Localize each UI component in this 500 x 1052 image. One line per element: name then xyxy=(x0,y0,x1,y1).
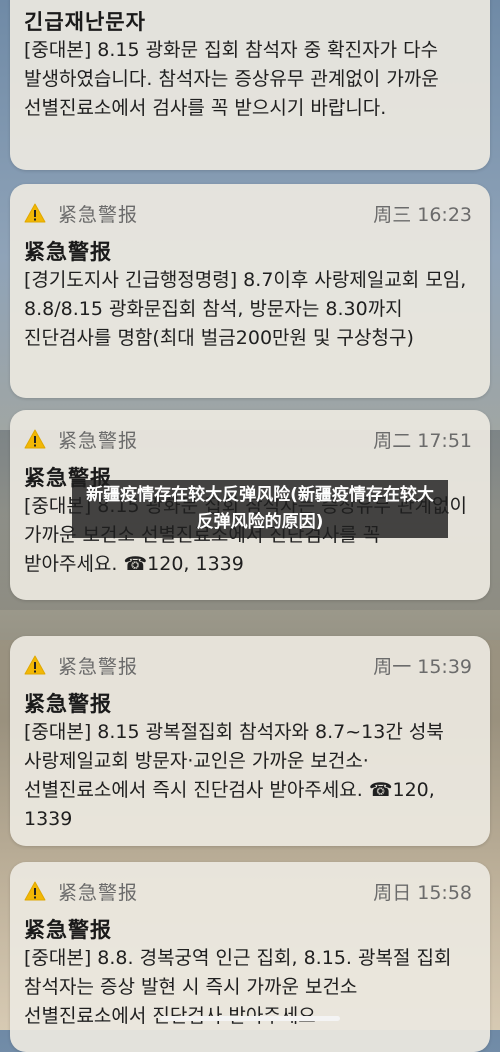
notification-header: 紧急警报 周二 17:51 xyxy=(24,426,472,452)
notification-title: 紧急警报 xyxy=(24,240,112,264)
notification-card[interactable]: 紧急警报 周日 15:58 紧急警报 [중대본] 8.8. 경복궁역 인근 집회… xyxy=(10,862,490,1052)
notification-card[interactable]: 紧急警报 周一 15:39 紧急警报 [중대본] 8.15 광복절집회 참석자와… xyxy=(10,636,490,846)
notification-header: 紧急警报 周日 15:58 xyxy=(24,878,472,904)
notification-time: 周一 15:39 xyxy=(373,655,472,678)
notification-app-name: 紧急警报 xyxy=(58,881,139,904)
warning-icon xyxy=(24,881,46,901)
notification-time: 周二 17:51 xyxy=(373,429,472,452)
warning-icon xyxy=(24,429,46,449)
notification-time: 周日 15:58 xyxy=(373,881,472,904)
notification-card[interactable]: 긴급재난문자 [중대본] 8.15 광화문 집회 참석자 중 확진자가 다수 발… xyxy=(10,0,490,170)
notification-header: 紧急警报 周三 16:23 xyxy=(24,200,472,226)
notification-body: [경기도지사 긴급행정명령] 8.7이후 사랑제일교회 모임, 8.8/8.15… xyxy=(24,269,467,349)
notification-app-name: 紧急警报 xyxy=(58,655,139,678)
notification-title: 紧急警报 xyxy=(24,692,112,716)
notification-time: 周三 16:23 xyxy=(373,203,472,226)
notification-app-name: 紧急警报 xyxy=(58,429,139,452)
notification-card[interactable]: 紧急警报 周三 16:23 紧急警报 [경기도지사 긴급행정명령] 8.7이후 … xyxy=(10,184,490,398)
caption-overlay: 新疆疫情存在较大反弹风险(新疆疫情存在较大反弹风险的原因) xyxy=(72,480,448,538)
notification-title: 紧急警报 xyxy=(24,918,112,942)
notification-app-name: 紧急警报 xyxy=(58,203,139,226)
notification-body: [중대본] 8.15 광복절집회 참석자와 8.7~13간 성북 사랑제일교회 … xyxy=(24,721,444,830)
notification-title: 긴급재난문자 xyxy=(24,10,146,34)
notification-body: [중대본] 8.15 광화문 집회 참석자 중 확진자가 다수 발생하였습니다.… xyxy=(24,39,439,119)
warning-icon xyxy=(24,655,46,675)
warning-icon xyxy=(24,203,46,223)
notification-header: 紧急警报 周一 15:39 xyxy=(24,652,472,678)
home-indicator[interactable] xyxy=(160,1016,340,1021)
